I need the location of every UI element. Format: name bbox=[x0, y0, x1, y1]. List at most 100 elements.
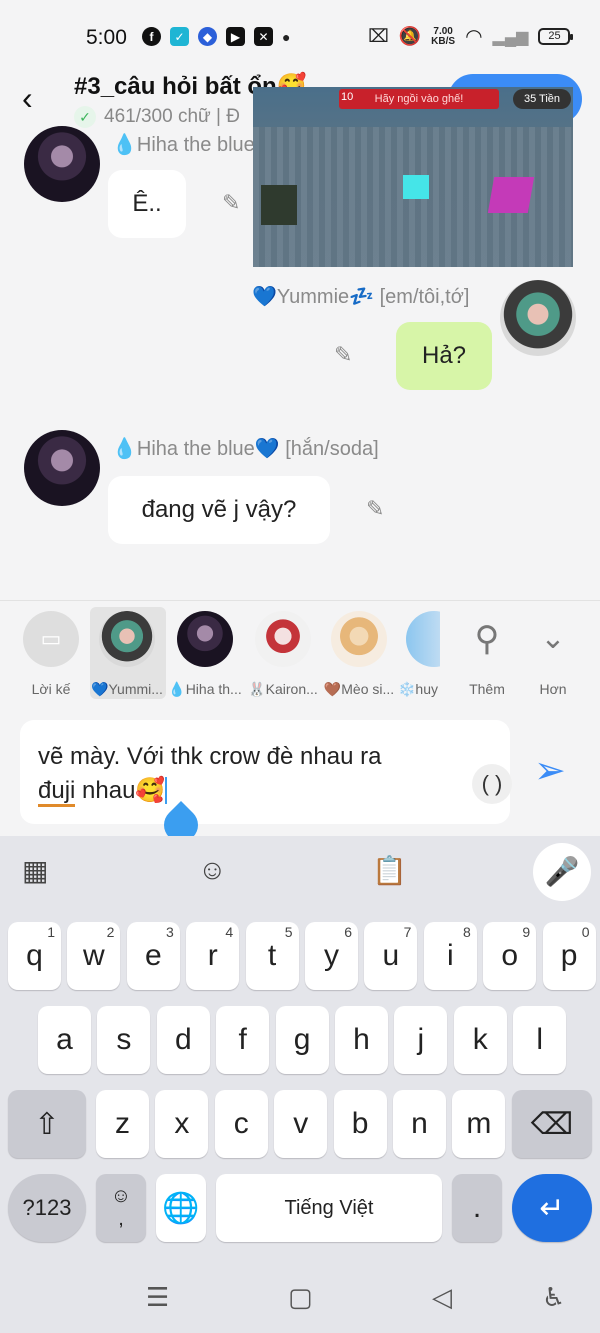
reply-item-kairon[interactable]: 🐰Kairon... bbox=[244, 611, 322, 698]
key-u[interactable]: u7 bbox=[364, 922, 418, 990]
globe-key[interactable]: 🌐 bbox=[156, 1174, 206, 1242]
key-r[interactable]: r4 bbox=[186, 922, 240, 990]
avatar[interactable] bbox=[24, 430, 100, 506]
period-key[interactable]: . bbox=[452, 1174, 502, 1242]
message-bubble[interactable]: Ê.. bbox=[108, 170, 186, 238]
key-w[interactable]: w2 bbox=[67, 922, 121, 990]
key-label: a bbox=[56, 1023, 73, 1056]
misspelled-word[interactable]: đuji bbox=[38, 777, 76, 807]
avatar bbox=[255, 611, 311, 667]
key-number-hint: 9 bbox=[522, 924, 531, 940]
chat-subtitle: ✓ 461/300 chữ | Đ bbox=[74, 106, 240, 128]
avatar bbox=[331, 611, 387, 667]
floating-video-player[interactable]: Hãy ngồi vào ghế! 10 35 Tiền bbox=[253, 87, 573, 267]
reply-item-label: Lời kế bbox=[31, 681, 71, 697]
accessibility-icon[interactable]: ♿ bbox=[542, 1282, 565, 1313]
video-chair bbox=[487, 177, 535, 213]
key-h[interactable]: h bbox=[335, 1006, 388, 1074]
key-a[interactable]: a bbox=[38, 1006, 91, 1074]
key-l[interactable]: l bbox=[513, 1006, 567, 1074]
message-text: Ê.. bbox=[132, 190, 162, 217]
key-s[interactable]: s bbox=[97, 1006, 151, 1074]
message-input[interactable]: vẽ mày. Với thk crow đè nhau ra đuji nha… bbox=[20, 720, 512, 824]
reply-item-narrator[interactable]: ▭ Lời kế bbox=[12, 611, 90, 697]
avatar bbox=[99, 611, 155, 667]
key-label: w bbox=[83, 939, 105, 972]
key-q[interactable]: q1 bbox=[8, 922, 61, 990]
key-number-hint: 7 bbox=[403, 924, 412, 940]
key-number-hint: 5 bbox=[284, 924, 293, 940]
key-d[interactable]: d bbox=[156, 1006, 210, 1074]
key-b[interactable]: b bbox=[333, 1090, 387, 1158]
reply-item-yummie[interactable]: 💙Yummi... bbox=[88, 611, 166, 698]
key-p[interactable]: p0 bbox=[542, 922, 596, 990]
space-key[interactable]: Tiếng Việt bbox=[216, 1174, 442, 1242]
key-number-hint: 4 bbox=[225, 924, 234, 940]
reply-item-huy[interactable]: ❄️huy bbox=[396, 611, 440, 698]
network-speed: 7.00 KB/S bbox=[431, 26, 456, 47]
message-bubble[interactable]: Hả? bbox=[396, 322, 492, 390]
back-icon[interactable]: ◁ bbox=[432, 1282, 452, 1313]
key-y[interactable]: y6 bbox=[305, 922, 358, 990]
net-speed-unit: KB/S bbox=[431, 35, 456, 47]
key-label: z bbox=[115, 1107, 130, 1140]
edit-pen-icon[interactable]: ✎ bbox=[366, 496, 384, 522]
backspace-key[interactable]: ⌫ bbox=[512, 1090, 592, 1158]
comma-label: , bbox=[118, 1208, 124, 1230]
avatar[interactable] bbox=[500, 280, 576, 356]
blue-app-icon: ◆ bbox=[198, 27, 217, 46]
key-j[interactable]: j bbox=[394, 1006, 448, 1074]
reply-item-hiha[interactable]: 💧Hiha th... bbox=[166, 611, 244, 698]
avatar[interactable] bbox=[24, 126, 100, 202]
clipboard-icon[interactable]: 📋 bbox=[372, 854, 407, 887]
symbols-key[interactable]: ?123 bbox=[8, 1174, 86, 1242]
key-label: l bbox=[536, 1023, 544, 1056]
emoji-key[interactable]: ☺ , bbox=[96, 1174, 146, 1242]
key-z[interactable]: z bbox=[96, 1090, 149, 1158]
home-icon[interactable]: ▢ bbox=[288, 1282, 313, 1313]
reply-item-label: 💧Hiha th... bbox=[168, 681, 242, 697]
status-time: 5:00 bbox=[86, 26, 127, 49]
check-app-icon: ✓ bbox=[170, 27, 189, 46]
key-x[interactable]: x bbox=[155, 1090, 209, 1158]
key-o[interactable]: o9 bbox=[483, 922, 537, 990]
composer: vẽ mày. Với thk crow đè nhau ra đuji nha… bbox=[0, 708, 600, 836]
send-icon[interactable]: ➢ bbox=[534, 748, 566, 793]
key-i[interactable]: i8 bbox=[423, 922, 477, 990]
sender-name: 💧Hiha the blue bbox=[112, 134, 255, 156]
message-bubble[interactable]: đang vẽ j vậy? bbox=[108, 476, 330, 544]
action-parens-button[interactable]: ( ) bbox=[472, 764, 512, 804]
apps-grid-icon[interactable]: ▦ bbox=[22, 854, 48, 887]
key-label: u bbox=[382, 939, 400, 972]
key-label: b bbox=[351, 1107, 369, 1140]
edit-pen-icon[interactable]: ✎ bbox=[222, 190, 240, 216]
key-g[interactable]: g bbox=[275, 1006, 329, 1074]
message-text: đang vẽ j vậy? bbox=[141, 496, 297, 523]
microphone-icon[interactable]: 🎤 bbox=[533, 843, 591, 901]
key-number-hint: 3 bbox=[166, 924, 174, 940]
expand-button[interactable]: ⌄ Hơn bbox=[514, 611, 592, 697]
reply-item-label: 💙Yummi... bbox=[91, 681, 163, 697]
key-f[interactable]: f bbox=[216, 1006, 270, 1074]
key-c[interactable]: c bbox=[214, 1090, 268, 1158]
key-m[interactable]: m bbox=[452, 1090, 506, 1158]
key-number-hint: 8 bbox=[463, 924, 471, 940]
system-icons: ⌧ 🔕 7.00 KB/S ◠ ▂▄▆ 25 bbox=[368, 24, 574, 49]
edit-pen-icon[interactable]: ✎ bbox=[334, 342, 352, 368]
key-label: q bbox=[26, 939, 43, 972]
word-count: 461/300 chữ | Đ bbox=[104, 106, 240, 127]
key-k[interactable]: k bbox=[453, 1006, 507, 1074]
sticker-icon[interactable]: ☺ bbox=[198, 854, 227, 886]
enter-key[interactable]: ↵ bbox=[512, 1174, 592, 1242]
menu-icon[interactable]: ☰ bbox=[146, 1282, 169, 1313]
key-v[interactable]: v bbox=[274, 1090, 328, 1158]
key-n[interactable]: n bbox=[393, 1090, 446, 1158]
reply-item-meo[interactable]: 🤎Mèo si... bbox=[320, 611, 398, 698]
facebook-icon: f bbox=[142, 27, 161, 46]
shift-key[interactable]: ⇧ bbox=[8, 1090, 86, 1158]
key-e[interactable]: e3 bbox=[126, 922, 180, 990]
back-arrow-icon[interactable]: ‹ bbox=[22, 80, 33, 117]
signal-icon: ▂▄▆ bbox=[492, 28, 529, 46]
key-t[interactable]: t5 bbox=[245, 922, 299, 990]
video-character bbox=[261, 185, 297, 225]
